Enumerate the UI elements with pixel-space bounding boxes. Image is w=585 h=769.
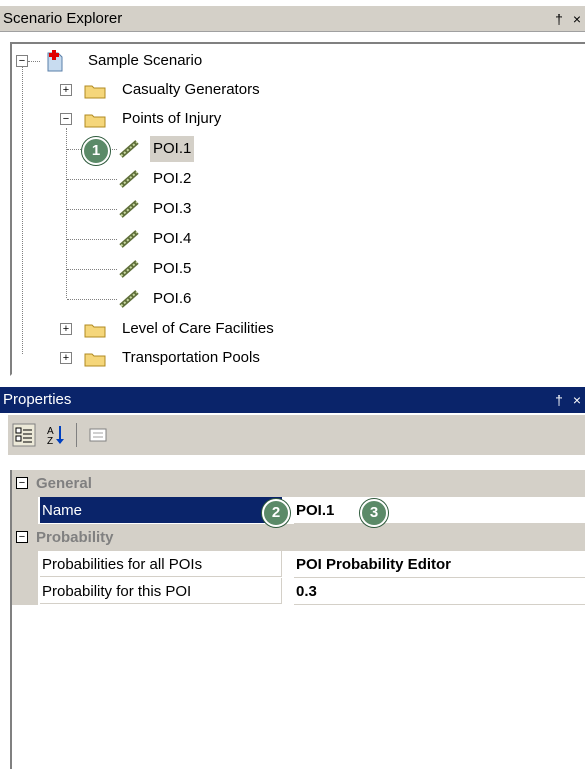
property-value[interactable]: 0.3 xyxy=(294,578,585,605)
tree-label-poi: POI.3 xyxy=(153,200,192,217)
callout-badge: 3 xyxy=(360,499,388,527)
tree-label: Level of Care Facilities xyxy=(122,320,274,337)
property-value[interactable]: POI Probability Editor xyxy=(294,551,585,578)
tree-label-poi-selected: POI.1 xyxy=(150,136,195,162)
expand-icon[interactable]: + xyxy=(60,352,72,364)
folder-icon xyxy=(84,85,106,99)
category-probability[interactable]: − Probability xyxy=(12,524,585,551)
poi-icon xyxy=(119,290,139,308)
collapse-icon[interactable]: − xyxy=(16,531,28,543)
sort-alphabetical-icon[interactable]: A Z xyxy=(44,423,68,447)
tree-node-poi[interactable]: POI.4 xyxy=(12,226,312,252)
property-row-probability-this[interactable]: Probability for this POI 0.3 xyxy=(12,578,585,605)
tree-node-casualty-generators[interactable]: + Casualty Generators xyxy=(12,77,332,103)
poi-icon xyxy=(119,230,139,248)
poi-icon xyxy=(119,260,139,278)
explorer-title-bar: Scenario Explorer † × xyxy=(0,6,585,32)
category-general[interactable]: − General xyxy=(12,470,585,497)
pin-icon[interactable]: † xyxy=(555,392,563,408)
tree-node-poi[interactable]: POI.6 xyxy=(12,286,312,312)
property-row-probabilities-all[interactable]: Probabilities for all POIs POI Probabili… xyxy=(12,551,585,578)
property-label: Probability for this POI xyxy=(40,578,282,604)
explorer-title: Scenario Explorer xyxy=(3,10,123,27)
property-label: Probabilities for all POIs xyxy=(40,551,282,577)
poi-icon xyxy=(119,140,139,158)
folder-open-icon xyxy=(84,114,106,128)
close-icon[interactable]: × xyxy=(573,392,581,408)
categorized-icon[interactable] xyxy=(12,423,36,447)
tree-label-poi: POI.4 xyxy=(153,230,192,247)
pin-icon[interactable]: † xyxy=(555,11,563,27)
callout-badge: 1 xyxy=(82,137,110,165)
close-icon[interactable]: × xyxy=(573,11,581,27)
property-pages-icon[interactable] xyxy=(86,423,110,447)
tree-node-transportation-pools[interactable]: + Transportation Pools xyxy=(12,345,352,371)
scenario-document-icon xyxy=(47,50,63,72)
expand-icon[interactable]: + xyxy=(60,84,72,96)
collapse-icon[interactable]: − xyxy=(16,55,28,67)
tree-node-poi[interactable]: POI.1 xyxy=(12,136,312,162)
category-label: General xyxy=(36,475,92,492)
property-label: Name xyxy=(40,497,282,523)
tree-node-poi[interactable]: POI.2 xyxy=(12,166,312,192)
scenario-tree: − Sample Scenario + Casualty Generators … xyxy=(10,42,585,376)
properties-title: Properties xyxy=(3,391,72,408)
tree-label-root: Sample Scenario xyxy=(88,52,203,69)
tree-node-level-of-care[interactable]: + Level of Care Facilities xyxy=(12,316,352,342)
tree-node-poi[interactable]: POI.5 xyxy=(12,256,312,282)
tree-label-poi: POI.6 xyxy=(153,290,192,307)
properties-toolbar: A Z xyxy=(8,415,585,455)
category-label: Probability xyxy=(36,529,114,546)
tree-label-poi: POI.2 xyxy=(153,170,192,187)
tree-label: Transportation Pools xyxy=(122,349,260,366)
collapse-icon[interactable]: − xyxy=(16,477,28,489)
tree-node-poi[interactable]: POI.3 xyxy=(12,196,312,222)
tree-label: Points of Injury xyxy=(122,110,222,127)
tree-label: Casualty Generators xyxy=(122,81,260,98)
poi-icon xyxy=(119,200,139,218)
collapse-icon[interactable]: − xyxy=(60,113,72,125)
property-grid: − General Name POI.1 − Probability Proba… xyxy=(10,470,585,769)
svg-text:Z: Z xyxy=(47,436,53,447)
tree-label-poi: POI.5 xyxy=(153,260,192,277)
tree-node-points-of-injury[interactable]: − Points of Injury xyxy=(12,106,332,132)
callout-badge: 2 xyxy=(262,499,290,527)
expand-icon[interactable]: + xyxy=(60,323,72,335)
property-row-name[interactable]: Name POI.1 xyxy=(12,497,585,524)
folder-icon xyxy=(84,324,106,338)
tree-node-root[interactable]: − Sample Scenario xyxy=(12,48,312,74)
property-value-input[interactable]: POI.1 xyxy=(294,497,585,524)
folder-icon xyxy=(84,353,106,367)
toolbar-separator xyxy=(76,423,77,447)
poi-icon xyxy=(119,170,139,188)
properties-title-bar: Properties † × xyxy=(0,387,585,413)
